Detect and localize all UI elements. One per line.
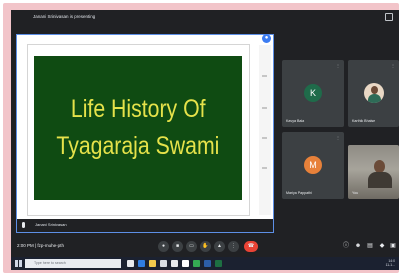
scroll-mark bbox=[262, 107, 267, 109]
windows-taskbar: Type here to search 14:0 11-1... bbox=[11, 257, 399, 270]
task-view-icon[interactable] bbox=[127, 260, 134, 267]
chrome-icon[interactable] bbox=[193, 260, 200, 267]
store-icon[interactable] bbox=[160, 260, 167, 267]
slide-area: Life History Of Tyagaraja Swami bbox=[27, 44, 250, 216]
taskbar-search[interactable]: Type here to search bbox=[25, 259, 121, 268]
chat-icon[interactable]: ▤ bbox=[366, 242, 374, 250]
scroll-mark bbox=[262, 167, 267, 169]
avatar: K bbox=[304, 84, 322, 102]
windows-start-icon[interactable] bbox=[15, 260, 22, 267]
more-options-icon[interactable]: ⋮ bbox=[336, 135, 340, 140]
presenting-label: Janani Srinivasan is presenting bbox=[33, 14, 96, 19]
edge-icon[interactable] bbox=[138, 260, 145, 267]
mic-icon[interactable]: ● bbox=[158, 241, 169, 252]
slide-title-line-2: Tyagaraja Swami bbox=[56, 132, 220, 160]
clock-date: 11-1... bbox=[385, 263, 395, 268]
activities-icon[interactable]: ◆ bbox=[378, 242, 386, 250]
scroll-mark bbox=[262, 137, 267, 139]
slide: Life History Of Tyagaraja Swami bbox=[34, 56, 242, 200]
meet-screen: Janani Srinivasan is presenting Life His… bbox=[11, 10, 399, 270]
presenter-tile-name: Janani Srinivasan bbox=[35, 222, 67, 227]
avatar bbox=[364, 83, 384, 103]
scrollbar[interactable] bbox=[259, 45, 271, 215]
more-icon[interactable]: ⋮ bbox=[228, 241, 239, 252]
people-icon[interactable]: ☻ bbox=[354, 242, 362, 250]
participant-name: Mariya Pappathi bbox=[286, 191, 312, 195]
taskbar-search-placeholder: Type here to search bbox=[34, 261, 66, 265]
mic-icon bbox=[22, 222, 25, 228]
camera-body bbox=[368, 172, 392, 188]
more-options-icon[interactable]: ⋮ bbox=[391, 63, 395, 68]
expand-icon[interactable] bbox=[385, 13, 393, 21]
system-tray-clock[interactable]: 14:0 11-1... bbox=[386, 259, 395, 268]
avatar: M bbox=[304, 156, 322, 174]
camera-icon[interactable]: ■ bbox=[172, 241, 183, 252]
call-controls: 2:00 PM | fzp-muhe-pth ● ■ ▭ ✋ ▲ ⋮ ☎ ⓘ ☻… bbox=[11, 236, 399, 257]
avatar-body bbox=[368, 94, 381, 103]
file-explorer-icon[interactable] bbox=[149, 260, 156, 267]
mail-icon[interactable] bbox=[171, 260, 178, 267]
word-icon[interactable] bbox=[204, 260, 211, 267]
scroll-mark bbox=[262, 75, 267, 77]
captions-icon[interactable]: ▭ bbox=[186, 241, 197, 252]
lock-icon[interactable]: ▣ bbox=[389, 242, 397, 250]
participant-name: Karthik Bhalse bbox=[352, 119, 376, 123]
raise-hand-icon[interactable]: ✋ bbox=[200, 241, 211, 252]
self-video-tile[interactable]: You bbox=[348, 145, 399, 199]
participant-tile[interactable]: ⋮ K Kavya Bala bbox=[282, 60, 344, 127]
participant-tile[interactable]: ⋮ M Mariya Pappathi bbox=[282, 132, 344, 199]
end-call-icon[interactable]: ☎ bbox=[244, 241, 258, 252]
participant-tile[interactable]: ⋮ Karthik Bhalse bbox=[348, 60, 399, 127]
more-options-icon[interactable]: ⋮ bbox=[336, 63, 340, 68]
excel-icon[interactable] bbox=[215, 260, 222, 267]
window-frame: Janani Srinivasan is presenting Life His… bbox=[3, 3, 399, 273]
present-icon[interactable]: ▲ bbox=[214, 241, 225, 252]
app-icon[interactable] bbox=[182, 260, 189, 267]
presentation-tile[interactable]: Life History Of Tyagaraja Swami ● Janani… bbox=[16, 34, 274, 233]
avatar-head bbox=[371, 86, 378, 94]
info-icon[interactable]: ⓘ bbox=[342, 242, 350, 250]
pin-icon[interactable]: ● bbox=[262, 34, 271, 43]
participant-name: You bbox=[352, 191, 359, 195]
presentation-tile-footer: Janani Srinivasan bbox=[17, 219, 273, 232]
meeting-time-code: 2:00 PM | fzp-muhe-pth bbox=[17, 243, 64, 248]
participant-name: Kavya Bala bbox=[286, 119, 305, 123]
top-bar: Janani Srinivasan is presenting bbox=[11, 10, 399, 26]
slide-title-line-1: Life History Of bbox=[70, 95, 206, 123]
